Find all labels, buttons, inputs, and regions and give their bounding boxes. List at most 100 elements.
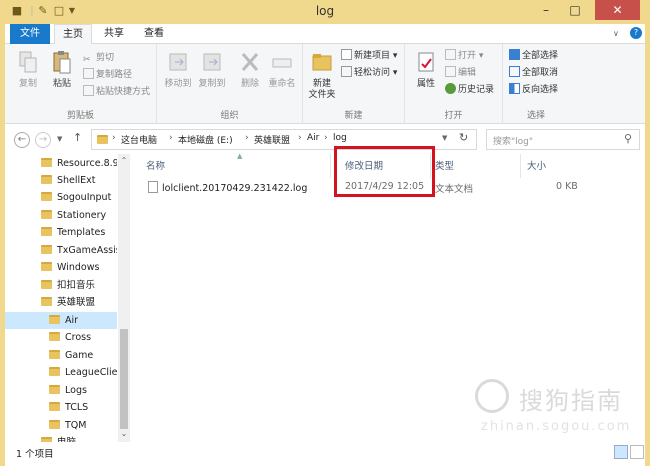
invert-selection-icon bbox=[509, 83, 520, 94]
nav-item[interactable]: 电脑 bbox=[5, 434, 117, 442]
breadcrumb-air[interactable]: Air bbox=[307, 133, 319, 143]
copy-path-button[interactable]: 复制路径 bbox=[83, 68, 132, 82]
folder-icon bbox=[41, 262, 52, 271]
nav-item-selected[interactable]: Air bbox=[5, 312, 117, 329]
folder-icon bbox=[41, 175, 52, 184]
select-all-button[interactable]: 全部选择 bbox=[509, 49, 558, 63]
breadcrumb-this-pc[interactable]: 这台电脑 bbox=[121, 133, 157, 146]
title-bar: ■ | ✎ □ ▼ log – □ ✕ bbox=[5, 0, 645, 24]
column-divider[interactable] bbox=[520, 154, 521, 178]
refresh-icon[interactable]: ↻ bbox=[459, 131, 468, 144]
maximize-button[interactable]: □ bbox=[561, 0, 589, 20]
nav-item-label: 英雄联盟 bbox=[57, 297, 96, 308]
select-none-icon bbox=[509, 66, 520, 77]
select-none-button[interactable]: 全部取消 bbox=[509, 66, 558, 80]
nav-item[interactable]: Windows bbox=[5, 259, 117, 276]
collapse-ribbon-icon[interactable]: ∨ bbox=[613, 29, 619, 38]
paste-button[interactable]: 粘贴 bbox=[45, 50, 79, 90]
nav-item[interactable]: Stationery bbox=[5, 207, 117, 224]
scrollbar-thumb[interactable] bbox=[120, 329, 128, 429]
tab-view[interactable]: 查看 bbox=[136, 24, 172, 44]
delete-icon bbox=[241, 53, 259, 71]
nav-item[interactable]: SogouInput bbox=[5, 189, 117, 206]
address-row: ← → ▼ ↑ › 这台电脑 › 本地磁盘 (E:) › 英雄联盟 › Air … bbox=[5, 124, 645, 154]
nav-item[interactable]: 英雄联盟 bbox=[5, 294, 117, 311]
copy-path-icon bbox=[83, 68, 94, 79]
scroll-up-icon[interactable]: ⌃ bbox=[118, 156, 130, 165]
nav-item[interactable]: Templates bbox=[5, 224, 117, 241]
breadcrumb-separator-icon[interactable]: › bbox=[112, 133, 116, 143]
nav-item[interactable]: Cross bbox=[5, 329, 117, 346]
breadcrumb-separator-icon[interactable]: › bbox=[245, 133, 249, 143]
scroll-down-icon[interactable]: ⌄ bbox=[118, 429, 130, 438]
move-to-label: 移动到 bbox=[164, 79, 192, 89]
new-item-button[interactable]: 新建项目 ▾ bbox=[341, 49, 397, 63]
rename-button[interactable]: 重命名 bbox=[265, 50, 299, 90]
folder-icon bbox=[49, 332, 60, 341]
move-to-button[interactable]: 移动到 bbox=[161, 50, 195, 90]
new-folder-label-2: 文件夹 bbox=[308, 90, 336, 100]
open-group: 属性 打开 ▾ 编辑 历史记录 打开 bbox=[405, 44, 503, 124]
explorer-window: ■ | ✎ □ ▼ log – □ ✕ 文件 主页 共享 查看 ∨ ? 复制 粘… bbox=[0, 0, 650, 466]
nav-item[interactable]: TxGameAssist bbox=[5, 242, 117, 259]
history-button[interactable]: 历史记录 bbox=[445, 83, 494, 97]
nav-item[interactable]: Game bbox=[5, 347, 117, 364]
open-button[interactable]: 打开 ▾ bbox=[445, 49, 483, 63]
copy-to-button[interactable]: 复制到 bbox=[195, 50, 229, 90]
column-divider[interactable] bbox=[330, 154, 331, 178]
move-to-icon bbox=[169, 53, 187, 71]
delete-button[interactable]: 删除 bbox=[233, 50, 267, 90]
close-button[interactable]: ✕ bbox=[595, 0, 640, 20]
tab-home[interactable]: 主页 bbox=[54, 24, 92, 45]
select-group-label: 选择 bbox=[526, 111, 545, 121]
recent-locations-icon[interactable]: ▼ bbox=[57, 135, 62, 143]
column-header-size[interactable]: 大小 bbox=[527, 158, 546, 172]
breadcrumb-separator-icon[interactable]: › bbox=[169, 133, 173, 143]
breadcrumb-separator-icon[interactable]: › bbox=[298, 133, 302, 143]
paste-icon bbox=[53, 51, 71, 74]
nav-item[interactable]: TCLS bbox=[5, 399, 117, 416]
nav-item[interactable]: Logs bbox=[5, 382, 117, 399]
breadcrumb-drive-e[interactable]: 本地磁盘 (E:) bbox=[178, 133, 233, 146]
column-header-name[interactable]: 名称 bbox=[146, 158, 165, 172]
paste-shortcut-button[interactable]: 粘贴快捷方式 bbox=[83, 85, 150, 99]
address-dropdown-icon[interactable]: ▼ bbox=[442, 134, 447, 142]
copy-button[interactable]: 复制 bbox=[11, 50, 45, 90]
nav-item[interactable]: TQM bbox=[5, 417, 117, 434]
forward-icon[interactable]: → bbox=[35, 132, 51, 148]
search-input[interactable]: 搜索"log" bbox=[493, 134, 533, 147]
new-folder-icon bbox=[312, 54, 332, 71]
help-icon[interactable]: ? bbox=[630, 27, 642, 39]
up-icon[interactable]: ↑ bbox=[73, 131, 82, 144]
breadcrumb-league[interactable]: 英雄联盟 bbox=[254, 133, 290, 146]
nav-item-label: 扣扣音乐 bbox=[57, 280, 96, 291]
minimize-button[interactable]: – bbox=[532, 0, 560, 20]
new-folder-button[interactable]: 新建 文件夹 bbox=[305, 50, 339, 101]
back-icon[interactable]: ← bbox=[14, 132, 30, 148]
open-group-label: 打开 bbox=[444, 111, 463, 121]
nav-item[interactable]: ShellExt bbox=[5, 172, 117, 189]
invert-selection-button[interactable]: 反向选择 bbox=[509, 83, 558, 97]
details-view-icon[interactable] bbox=[614, 445, 628, 459]
breadcrumb-separator-icon[interactable]: › bbox=[324, 133, 328, 143]
ribbon-tabs: 文件 主页 共享 查看 ∨ ? bbox=[5, 24, 645, 45]
nav-scrollbar[interactable]: ⌃ ⌄ bbox=[118, 154, 130, 442]
properties-button[interactable]: 属性 bbox=[409, 50, 443, 90]
nav-item[interactable]: Resource.8.9. bbox=[5, 155, 117, 172]
text-file-icon bbox=[148, 181, 158, 193]
search-box[interactable]: 搜索"log" ⚲ bbox=[486, 129, 640, 150]
column-header-type[interactable]: 类型 bbox=[435, 158, 454, 172]
edit-button[interactable]: 编辑 bbox=[445, 66, 476, 80]
tab-share[interactable]: 共享 bbox=[96, 24, 132, 44]
nav-item[interactable]: 扣扣音乐 bbox=[5, 277, 117, 294]
tab-file[interactable]: 文件 bbox=[10, 24, 50, 44]
easy-access-button[interactable]: 轻松访问 ▾ bbox=[341, 66, 397, 80]
nav-item[interactable]: LeagueClient bbox=[5, 364, 117, 381]
watermark-logo-icon bbox=[475, 379, 509, 413]
clipboard-group: 复制 粘贴 ✂ 剪切 复制路径 粘贴快捷方式 剪贴板 bbox=[5, 44, 157, 124]
edit-label: 编辑 bbox=[458, 68, 477, 78]
organize-group-label: 组织 bbox=[220, 111, 239, 121]
breadcrumb-log[interactable]: log bbox=[333, 133, 347, 143]
large-icons-view-icon[interactable] bbox=[630, 445, 644, 459]
cut-button[interactable]: ✂ 剪切 bbox=[83, 51, 114, 65]
